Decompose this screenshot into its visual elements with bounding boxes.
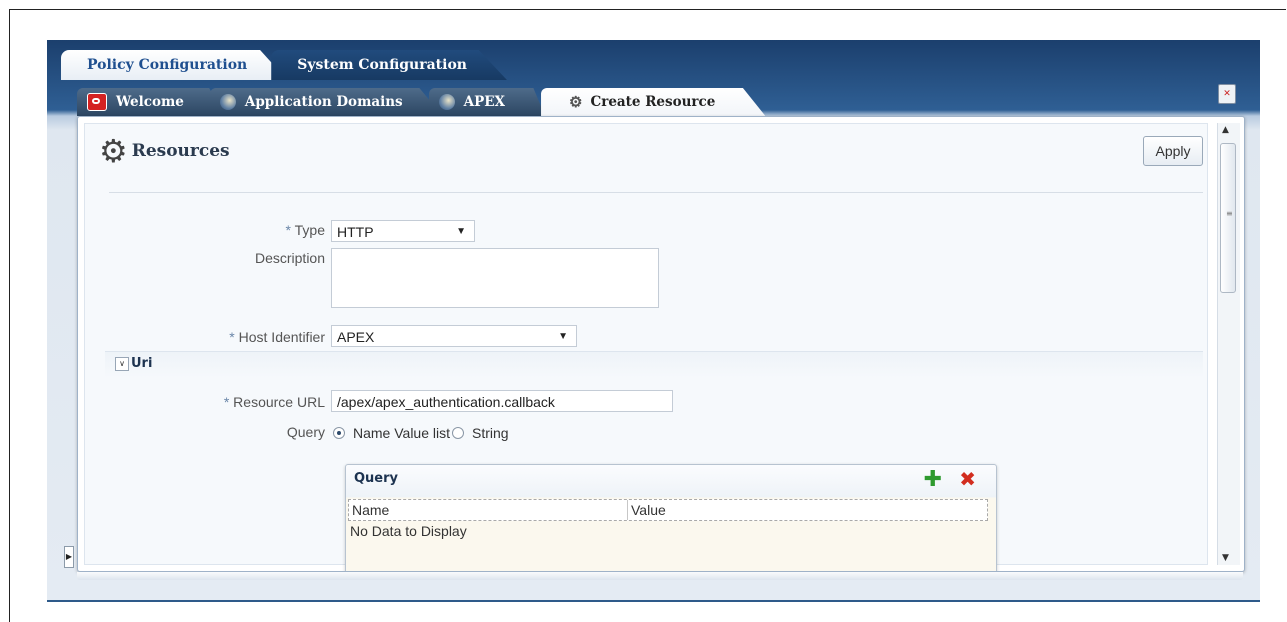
column-header-value[interactable]: Value	[628, 500, 666, 520]
resource-url-input[interactable]: /apex/apex_authentication.callback	[331, 390, 673, 412]
doc-tab-application-domains[interactable]: Application Domains	[209, 88, 443, 116]
page-header: ⚙ Resources	[99, 134, 230, 168]
panel-content: ⚙ Resources Apply * Type HTTP ▼ Descript…	[84, 123, 1208, 571]
app-window: Policy Configuration System Configuratio…	[47, 40, 1260, 602]
query-label: Query	[286, 424, 325, 440]
type-select[interactable]: HTTP ▼	[331, 220, 475, 242]
required-marker: *	[223, 394, 230, 410]
chevron-down-icon: ▼	[456, 226, 466, 237]
query-table-header: Name Value	[348, 499, 988, 521]
host-identifier-select[interactable]: APEX ▼	[331, 325, 577, 347]
doc-tab-label: APEX	[463, 94, 506, 110]
resource-url-label: * Resource URL	[223, 394, 325, 410]
scroll-up-arrow-icon[interactable]: ▲	[1222, 125, 1229, 135]
scroll-down-arrow-icon[interactable]: ▼	[1222, 553, 1229, 563]
doc-tab-label: Create Resource	[590, 94, 716, 110]
uri-section-header[interactable]: ∨ Uri	[105, 351, 1203, 378]
document-tab-bar: Welcome Application Domains APEX ⚙ Creat…	[77, 88, 766, 116]
expand-panel-arrow-icon[interactable]: ▶	[64, 546, 74, 568]
radio-label-string: String	[472, 425, 509, 441]
doc-tab-welcome[interactable]: Welcome	[77, 88, 224, 116]
description-label: Description	[254, 250, 325, 266]
add-icon[interactable]: ✚	[924, 467, 942, 492]
welcome-icon	[87, 93, 107, 111]
doc-tab-apex[interactable]: APEX	[428, 88, 546, 116]
vertical-scrollbar[interactable]: ▲ ≡ ▼	[1217, 123, 1240, 565]
query-table-title: Query	[354, 471, 399, 486]
column-header-name[interactable]: Name	[349, 500, 628, 520]
host-identifier-value: APEX	[337, 329, 375, 345]
host-identifier-label: * Host Identifier	[229, 329, 325, 345]
tab-policy-configuration[interactable]: Policy Configuration	[61, 50, 288, 80]
empty-table-message: No Data to Display	[350, 523, 467, 539]
apply-button[interactable]: Apply	[1143, 136, 1203, 166]
tab-system-configuration[interactable]: System Configuration	[271, 50, 507, 80]
settings-gear-icon: ⚙	[99, 132, 128, 170]
chevron-down-icon: ▼	[558, 331, 568, 342]
globe-icon	[438, 94, 455, 110]
collapse-toggle-icon[interactable]: ∨	[115, 357, 129, 371]
doc-tab-label: Welcome	[116, 94, 184, 110]
top-tab-bar: Policy Configuration System Configuratio…	[61, 50, 509, 80]
query-table: Query ✚ ✖ Name Value No Data to Display	[345, 464, 997, 571]
radio-name-value-list[interactable]	[333, 427, 345, 439]
query-radio-group: Name Value list String	[333, 425, 509, 441]
description-textarea[interactable]	[331, 248, 659, 308]
panel-bottom-bar	[77, 572, 1243, 580]
resource-panel: ⚙ Resources Apply * Type HTTP ▼ Descript…	[77, 116, 1245, 572]
radio-string[interactable]	[452, 427, 465, 439]
delete-icon[interactable]: ✖	[959, 467, 976, 491]
grip-icon: ≡	[1226, 209, 1233, 218]
globe-icon	[219, 94, 236, 110]
doc-tab-label: Application Domains	[244, 94, 403, 110]
close-document-icon[interactable]: ✕	[1218, 84, 1236, 104]
type-select-value: HTTP	[337, 224, 374, 240]
gear-icon: ⚙	[569, 93, 583, 111]
radio-label-name-value-list: Name Value list	[353, 425, 451, 441]
scrollbar-thumb[interactable]: ≡	[1220, 143, 1236, 293]
type-label: * Type	[285, 222, 325, 238]
header-divider	[109, 192, 1203, 193]
required-marker: *	[229, 329, 235, 345]
page-title: Resources	[131, 141, 230, 161]
uri-section-title: Uri	[131, 356, 153, 371]
doc-tab-create-resource[interactable]: ⚙ Create Resource	[541, 88, 766, 116]
required-marker: *	[285, 222, 291, 238]
